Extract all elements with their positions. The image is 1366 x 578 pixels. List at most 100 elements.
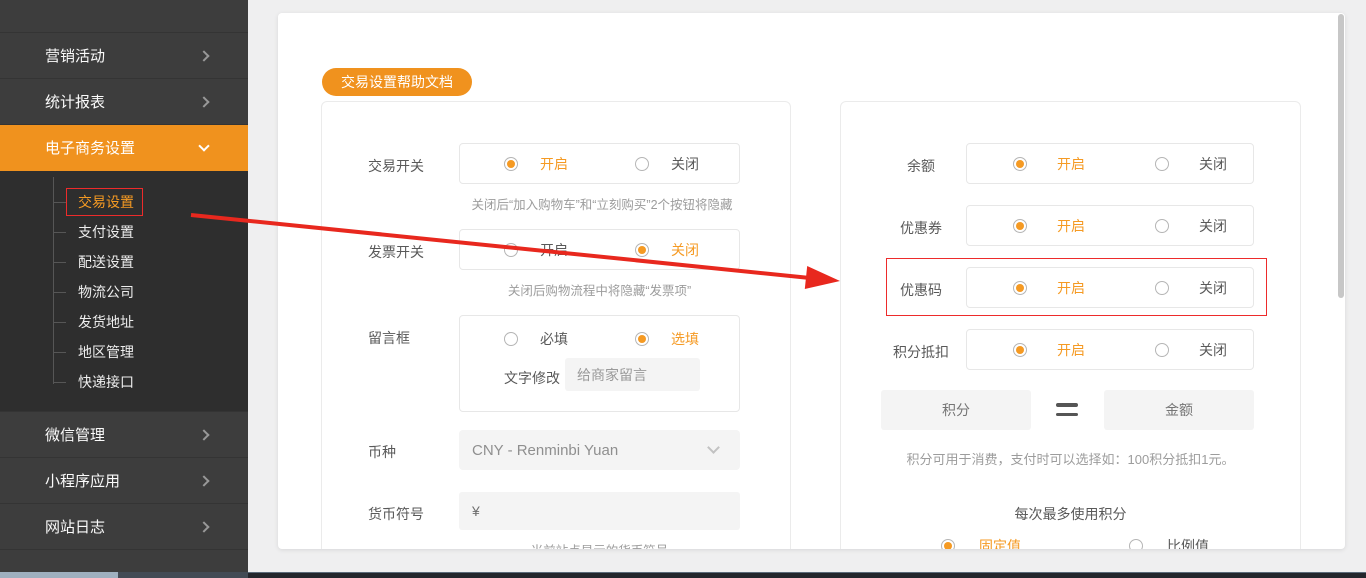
trade-switch-on-option[interactable]: 开启 [504,154,568,174]
option-label: 关闭 [1199,279,1227,296]
message-edit-input[interactable] [565,358,700,391]
option-label: 关闭 [671,155,699,172]
trade-switch-group: 开启 关闭 [459,143,740,184]
sidebar-item-wechat[interactable]: 微信管理 [0,412,248,458]
coupon-on-option[interactable]: 开启 [1013,216,1085,236]
chevron-right-icon [198,429,210,441]
submenu-item-region-management[interactable]: 地区管理 [0,337,248,367]
points-deduct-on-option[interactable]: 开启 [1013,340,1085,360]
radio-on-icon[interactable] [1013,156,1027,171]
submenu-item-express-api[interactable]: 快递接口 [0,367,248,397]
radio-off-icon[interactable] [1155,280,1169,295]
currency-symbol-input[interactable] [459,492,740,530]
amount-input[interactable] [1104,390,1254,430]
option-label: 开启 [1057,341,1085,358]
invoice-switch-group: 开启 关闭 [459,229,740,270]
submenu-item-trade-settings[interactable]: 交易设置 [0,187,248,217]
sidebar-item-label: 营销活动 [45,48,106,65]
chevron-down-icon [707,441,720,454]
option-label: 开启 [540,155,568,172]
sidebar-item-label: 网站日志 [45,519,106,536]
message-optional-option[interactable]: 选填 [635,329,699,349]
vertical-scrollbar-thumb[interactable] [1338,14,1344,298]
message-required-option[interactable]: 必填 [504,329,568,349]
sidebar-top-spacer [0,0,248,33]
points-rate-note: 积分可用于消费，支付时可以选择如：100积分抵扣1元。 [906,452,1235,467]
currency-select[interactable]: CNY - Renminbi Yuan [459,430,740,470]
radio-off-icon[interactable] [504,242,518,257]
promo-code-on-option[interactable]: 开启 [1013,278,1085,298]
fixed-value-option[interactable]: 固定值 [941,536,1021,549]
radio-off-icon[interactable] [1129,539,1143,549]
message-box-group: 必填 选填 文字修改 [459,315,740,412]
balance-on-option[interactable]: 开启 [1013,154,1085,174]
currency-symbol-note: 当前站点显示的货币符号 [459,540,740,549]
sidebar-item-label: 微信管理 [45,427,106,444]
sidebar: 营销活动 统计报表 电子商务设置 交易设置 支付设置 配送设置 物流公司 发货地… [0,0,248,572]
currency-label: 币种 [368,444,396,460]
ratio-value-option[interactable]: 比例值 [1129,536,1209,549]
sidebar-item-ecommerce-settings[interactable]: 电子商务设置 [0,125,248,171]
sidebar-item-marketing[interactable]: 营销活动 [0,33,248,79]
radio-off-icon[interactable] [1155,342,1169,357]
radio-on-icon[interactable] [941,539,955,549]
coupon-off-option[interactable]: 关闭 [1155,216,1227,236]
radio-off-icon[interactable] [635,156,649,171]
promo-code-group: 开启 关闭 [966,267,1254,308]
invoice-switch-label: 发票开关 [368,244,424,260]
radio-on-icon[interactable] [1013,342,1027,357]
chevron-down-icon [198,140,210,152]
invoice-switch-off-option[interactable]: 关闭 [635,240,699,260]
radio-off-icon[interactable] [504,332,518,346]
taskbar-hairline [248,572,1366,573]
points-deduct-off-option[interactable]: 关闭 [1155,340,1227,360]
submenu-item-payment-settings[interactable]: 支付设置 [0,217,248,247]
sidebar-item-label: 统计报表 [45,94,106,111]
option-label: 关闭 [671,241,699,258]
option-label: 关闭 [1199,155,1227,172]
submenu-item-delivery-settings[interactable]: 配送设置 [0,247,248,277]
taskbar-segment [0,572,118,578]
option-label: 开启 [1057,217,1085,234]
option-label: 选填 [671,331,699,347]
points-deduct-label: 积分抵扣 [893,344,949,360]
currency-symbol-label: 货币符号 [368,506,424,522]
radio-on-icon[interactable] [1013,280,1027,295]
taskbar-strip [0,572,1366,578]
radio-on-icon[interactable] [1013,218,1027,233]
invoice-switch-on-option[interactable]: 开启 [504,240,568,260]
trade-switch-label: 交易开关 [368,158,424,174]
balance-off-option[interactable]: 关闭 [1155,154,1227,174]
submenu-item-shipping-address[interactable]: 发货地址 [0,307,248,337]
radio-off-icon[interactable] [1155,218,1169,233]
chevron-right-icon [198,521,210,533]
submenu-item-logistics-company[interactable]: 物流公司 [0,277,248,307]
radio-on-icon[interactable] [635,242,649,257]
radio-on-icon[interactable] [635,332,649,346]
points-input[interactable] [881,390,1031,430]
sidebar-item-label: 电子商务设置 [45,140,136,157]
radio-off-icon[interactable] [1155,156,1169,171]
balance-group: 开启 关闭 [966,143,1254,184]
promo-settings-card: 余额 开启 关闭 优惠券 开启 关闭 优惠码 开启 关闭 积分抵扣 开启 关闭 … [840,101,1301,549]
chevron-right-icon [198,96,210,108]
balance-label: 余额 [907,158,935,174]
max-points-title: 每次最多使用积分 [1014,506,1127,522]
help-doc-button[interactable]: 交易设置帮助文档 [322,68,472,96]
option-label: 比例值 [1167,538,1209,549]
promo-code-label: 优惠码 [900,282,942,298]
sidebar-item-reports[interactable]: 统计报表 [0,79,248,125]
points-deduct-group: 开启 关闭 [966,329,1254,370]
main-panel: 交易设置帮助文档 交易开关 开启 关闭 关闭后“加入购物车”和“立刻购买”2个按… [278,13,1345,549]
sidebar-item-label: 小程序应用 [45,473,121,490]
trade-switch-off-option[interactable]: 关闭 [635,154,699,174]
promo-code-off-option[interactable]: 关闭 [1155,278,1227,298]
trade-settings-card: 交易开关 开启 关闭 关闭后“加入购物车”和“立刻购买”2个按钮将隐藏 发票开关… [321,101,791,549]
equals-icon [1056,403,1078,416]
trade-switch-note: 关闭后“加入购物车”和“立刻购买”2个按钮将隐藏 [471,198,733,212]
sidebar-item-site-logs[interactable]: 网站日志 [0,504,248,550]
radio-on-icon[interactable] [504,156,518,171]
ecommerce-submenu: 交易设置 支付设置 配送设置 物流公司 发货地址 地区管理 快递接口 [0,171,248,412]
sidebar-item-miniprogram[interactable]: 小程序应用 [0,458,248,504]
option-label: 关闭 [1199,341,1227,358]
